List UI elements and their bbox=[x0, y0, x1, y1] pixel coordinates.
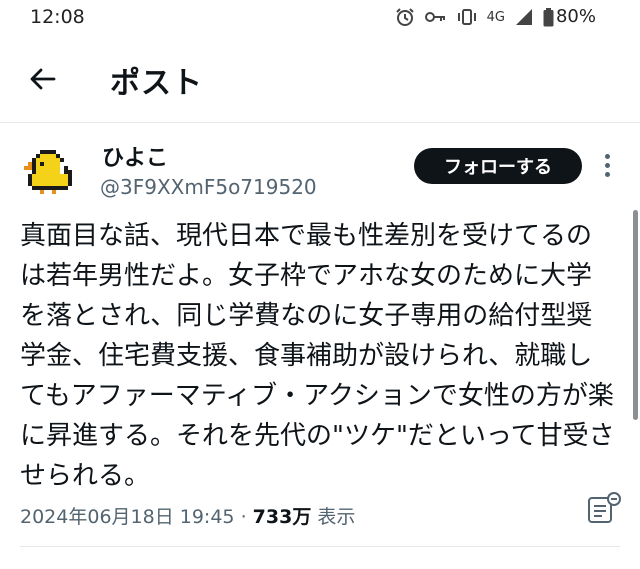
network-type: 4G bbox=[486, 9, 505, 25]
views-label: 表示 bbox=[317, 506, 356, 528]
key-icon bbox=[424, 10, 447, 24]
top-app-bar: ポスト bbox=[0, 36, 640, 123]
battery-percent: 80% bbox=[555, 6, 596, 27]
user-handle[interactable]: @3F9XXmF5o719520 bbox=[100, 175, 317, 199]
more-options-icon[interactable] bbox=[603, 154, 611, 178]
page-title: ポスト bbox=[110, 66, 203, 101]
analytics-icon[interactable] bbox=[586, 492, 622, 526]
post-meta: 2024年06月18日 19:45 · 733万 表示 bbox=[20, 502, 355, 529]
vibrate-icon bbox=[457, 8, 477, 26]
alarm-icon bbox=[395, 7, 415, 27]
follow-button[interactable]: フォローする bbox=[414, 148, 582, 184]
scrollbar[interactable] bbox=[633, 210, 638, 420]
status-time: 12:08 bbox=[30, 6, 85, 28]
status-bar: 12:08 4G 80% bbox=[0, 0, 640, 36]
divider bbox=[20, 546, 620, 547]
post-timestamp[interactable]: 2024年06月18日 19:45 bbox=[20, 506, 235, 528]
meta-separator: · bbox=[240, 506, 247, 528]
battery-icon bbox=[543, 7, 554, 27]
signal-icon bbox=[515, 8, 533, 26]
arrow-left-icon[interactable] bbox=[28, 64, 58, 94]
post-text: 真面目な話、現代日本で最も性差別を受けてるのは若年男性だよ。女子枠でアホな女のた… bbox=[20, 221, 615, 491]
avatar[interactable] bbox=[24, 146, 76, 198]
display-name[interactable]: ひよこ bbox=[102, 140, 168, 172]
status-icons: 4G bbox=[395, 7, 554, 27]
views-count: 733万 bbox=[252, 506, 312, 528]
